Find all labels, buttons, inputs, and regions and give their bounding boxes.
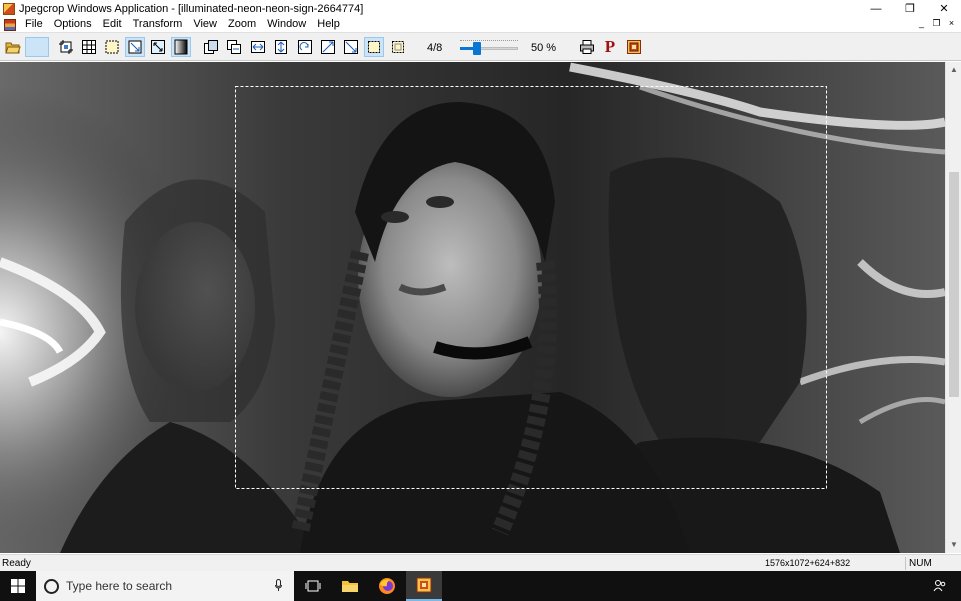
search-placeholder: Type here to search xyxy=(66,579,173,593)
windows-logo-icon xyxy=(11,579,25,593)
menu-zoom[interactable]: Zoom xyxy=(223,17,262,32)
document-icon[interactable] xyxy=(4,18,16,31)
mdi-close-button[interactable]: × xyxy=(946,19,957,30)
printer-icon xyxy=(580,40,594,54)
app-icon[interactable] xyxy=(3,2,15,15)
diagonal-icon xyxy=(321,40,335,54)
properties-button[interactable]: P xyxy=(600,37,620,57)
rotate-button[interactable] xyxy=(295,37,315,57)
slider-ticks xyxy=(460,40,518,42)
transpose-button[interactable] xyxy=(318,37,338,57)
selection-icon xyxy=(105,40,119,54)
mdi-controls: _ ❐ × xyxy=(916,17,957,32)
zoom-fit-button[interactable] xyxy=(148,37,168,57)
transverse-button[interactable] xyxy=(341,37,361,57)
rotate-icon xyxy=(298,40,312,54)
flip-horizontal-button[interactable] xyxy=(248,37,268,57)
menu-bar: File Options Edit Transform View Zoom Wi… xyxy=(0,17,961,32)
stack-icon xyxy=(227,40,241,54)
grayscale-button[interactable] xyxy=(171,37,191,57)
people-icon[interactable] xyxy=(933,579,947,593)
title-bar[interactable]: Jpegcrop Windows Application - [illumina… xyxy=(0,0,961,17)
selection-dashed-icon xyxy=(368,41,380,53)
scroll-down-icon[interactable]: ▼ xyxy=(946,537,961,553)
taskbar-search-box[interactable]: Type here to search xyxy=(36,571,294,601)
grid-icon xyxy=(82,40,96,54)
fit-selection-button[interactable] xyxy=(125,37,145,57)
print-button[interactable] xyxy=(577,37,597,57)
mdi-restore-button[interactable]: ❐ xyxy=(931,19,942,30)
menu-file[interactable]: File xyxy=(20,17,49,32)
menu-view[interactable]: View xyxy=(188,17,223,32)
close-button[interactable]: ✕ xyxy=(927,0,961,17)
status-ready: Ready xyxy=(2,558,31,569)
transform-2-button[interactable] xyxy=(224,37,244,57)
status-dimensions: 1576x1072+624+832 xyxy=(765,558,851,568)
status-separator xyxy=(905,557,906,570)
restore-button[interactable]: ❐ xyxy=(893,0,927,17)
select-area-button[interactable] xyxy=(102,37,122,57)
select-all-icon xyxy=(392,41,404,53)
slider-thumb[interactable] xyxy=(473,42,482,55)
resize-icon xyxy=(151,40,165,54)
file-explorer-button[interactable] xyxy=(332,571,368,601)
minimize-button[interactable]: — xyxy=(859,0,893,17)
scroll-up-icon[interactable]: ▲ xyxy=(946,62,961,78)
transform-1-button[interactable] xyxy=(201,37,221,57)
taskbar: Type here to search xyxy=(0,571,961,601)
task-view-button[interactable] xyxy=(295,571,331,601)
firefox-button[interactable] xyxy=(369,571,405,601)
status-bar: Ready 1576x1072+624+832 NUM xyxy=(0,554,961,571)
gradient-icon xyxy=(174,39,188,55)
status-numlock: NUM xyxy=(909,558,932,569)
mdi-minimize-button[interactable]: _ xyxy=(916,19,927,30)
jpegcrop-taskbar-button[interactable] xyxy=(406,571,442,601)
zoom-slider[interactable] xyxy=(456,40,520,56)
flip-horizontal-icon xyxy=(251,41,265,53)
microphone-icon[interactable] xyxy=(275,579,282,592)
menu-window[interactable]: Window xyxy=(262,17,312,32)
menu-help[interactable]: Help xyxy=(312,17,346,32)
jpegcrop-icon xyxy=(416,577,432,593)
image-canvas[interactable] xyxy=(0,62,945,553)
p-letter-icon: P xyxy=(604,37,616,56)
window-title: Jpegcrop Windows Application - [illumina… xyxy=(19,2,364,15)
firefox-icon xyxy=(379,578,395,594)
app-window: Jpegcrop Windows Application - [illumina… xyxy=(0,0,961,601)
window-controls: — ❐ ✕ xyxy=(859,0,961,17)
select-all-button[interactable] xyxy=(388,37,408,57)
folder-icon xyxy=(342,581,358,592)
crop-frame-button[interactable] xyxy=(56,37,76,57)
menu-transform[interactable]: Transform xyxy=(128,17,189,32)
app-logo-icon xyxy=(627,40,641,54)
flip-vertical-button[interactable] xyxy=(271,37,291,57)
vertical-scrollbar[interactable]: ▲ ▼ xyxy=(945,62,961,553)
open-folder-button[interactable] xyxy=(3,37,23,57)
start-button[interactable] xyxy=(0,571,36,601)
fit-icon xyxy=(128,40,142,54)
cortana-circle-icon xyxy=(44,578,59,594)
crop-icon xyxy=(59,40,73,54)
blank-toggle-button[interactable] xyxy=(25,37,49,57)
copy-icon xyxy=(204,40,218,54)
task-view-icon xyxy=(305,580,321,592)
diagonal-reverse-icon xyxy=(344,40,358,54)
page-counter: 4/8 xyxy=(427,42,443,54)
photo-grayscale xyxy=(0,62,945,553)
zoom-level: 50 % xyxy=(531,42,557,54)
scroll-thumb[interactable] xyxy=(949,172,959,397)
flip-vertical-icon xyxy=(275,40,287,54)
folder-open-icon xyxy=(5,42,21,54)
grid-button[interactable] xyxy=(79,37,99,57)
menu-edit[interactable]: Edit xyxy=(98,17,128,32)
crop-selection-button[interactable] xyxy=(364,37,384,57)
menu-options[interactable]: Options xyxy=(49,17,98,32)
about-button[interactable] xyxy=(624,37,644,57)
